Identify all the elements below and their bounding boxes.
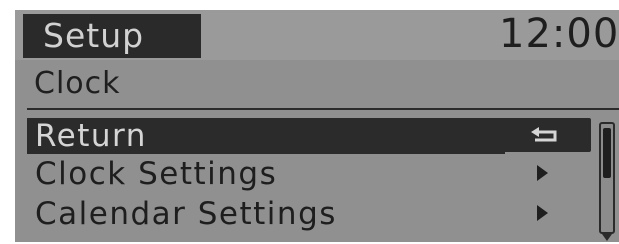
return-icon <box>531 127 557 142</box>
page-title: Setup <box>43 16 145 55</box>
display-screen: Setup 12:00 Clock Return Clock Settings … <box>15 10 619 242</box>
menu-item-label: Clock Settings <box>35 156 278 192</box>
clock-display: 12:00 <box>499 11 619 57</box>
menu-item-calendar-settings[interactable]: Calendar Settings <box>27 196 505 232</box>
chevron-right-icon[interactable] <box>537 205 548 221</box>
scrollbar[interactable] <box>599 122 615 234</box>
menu-item-clock-settings[interactable]: Clock Settings <box>27 156 505 192</box>
return-button[interactable] <box>501 118 591 152</box>
header-bar: Setup 12:00 <box>15 10 619 60</box>
title-box: Setup <box>23 14 201 58</box>
menu-item-label: Calendar Settings <box>35 196 337 232</box>
chevron-right-icon[interactable] <box>537 165 548 181</box>
menu-item-label: Return <box>35 118 147 154</box>
section-title: Clock <box>34 66 121 101</box>
scroll-down-icon[interactable] <box>602 234 612 241</box>
menu-item-return[interactable]: Return <box>27 118 505 154</box>
scroll-thumb[interactable] <box>603 128 611 178</box>
divider <box>27 108 619 110</box>
